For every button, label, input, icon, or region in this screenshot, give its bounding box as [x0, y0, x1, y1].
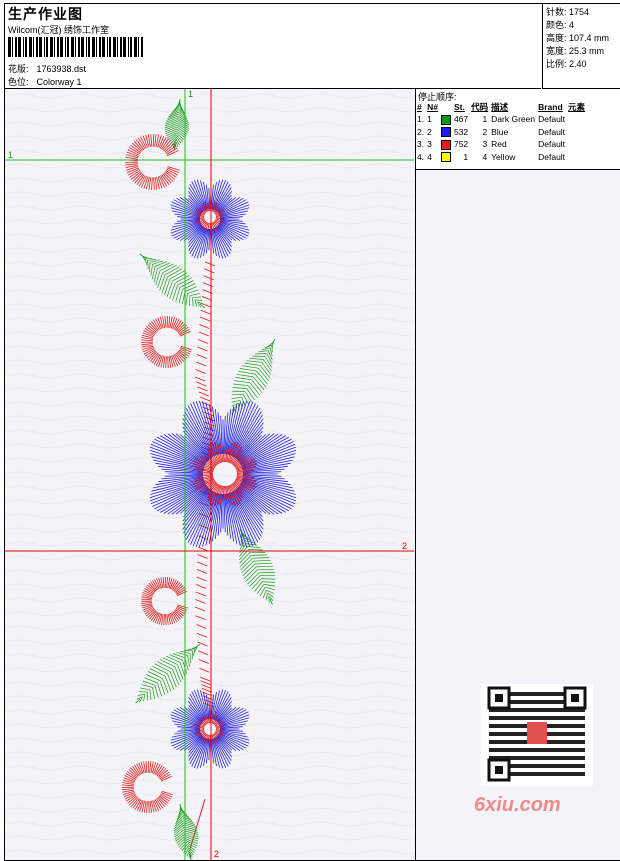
row-desc: Red: [491, 139, 507, 150]
row-code: 3: [482, 139, 488, 150]
row-desc: Dark Green: [491, 114, 536, 125]
colorway-row: 色位: Colorway 1: [8, 75, 82, 88]
design-width: 宽度: 25.3 mm: [546, 46, 605, 56]
row-n: 3: [427, 139, 432, 150]
row-index: 1.: [417, 114, 425, 125]
watermark-logo: 6xiu.com: [474, 794, 561, 816]
guide-label-v1: 1: [188, 89, 193, 99]
col-element: 元素: [568, 102, 586, 112]
row-stitches: 752: [453, 139, 469, 150]
color-count: 颜色: 4: [546, 20, 575, 30]
thread-table: # N# St. 代码 描述 Brand 元素 1. 1 467 1 Dark Gree…: [417, 101, 588, 163]
thread-row: 3. 3 752 3 Red Default: [417, 138, 588, 151]
row-desc: Blue: [491, 126, 509, 137]
row-stitches: 532: [453, 126, 469, 137]
col-swatch: [441, 101, 454, 113]
col-brand: Brand: [538, 102, 563, 112]
sheet-title: 生产作业图: [8, 6, 83, 22]
design-height: 高度: 107.4 mm: [546, 33, 610, 43]
row-swatch: [440, 138, 454, 151]
row-stitches: 1: [463, 151, 469, 162]
row-n: 4: [427, 151, 432, 162]
row-brand: Default: [538, 126, 566, 137]
row-element: [568, 126, 588, 139]
row-swatch: [440, 113, 454, 126]
row-brand: Default: [538, 114, 566, 125]
row-brand: Default: [538, 151, 566, 162]
row-index: 3.: [417, 139, 425, 150]
color-swatch: [440, 152, 451, 163]
color-swatch: [440, 127, 451, 138]
design-scale: 比例: 2.40: [546, 59, 587, 69]
row-stitches: 467: [453, 114, 469, 125]
row-code: 2: [482, 126, 488, 137]
header-info: 生产作业图 Wilcom(汇冠) 绣饰工作室 花版: 1763938.dst 色…: [5, 4, 541, 89]
pattern-row: 花版: 1763938.dst: [8, 62, 86, 75]
colorway-name: Colorway 1: [36, 77, 82, 87]
pattern-file: 1763938.dst: [36, 64, 87, 74]
color-swatch: [440, 114, 451, 125]
row-n: 2: [427, 126, 432, 137]
col-desc: 描述: [491, 102, 509, 112]
thread-row: 2. 2 532 2 Blue Default: [417, 126, 588, 139]
qr-code: [481, 684, 593, 786]
thread-row: 4. 4 1 4 Yellow Default: [417, 151, 588, 164]
embroidery-preview: 1 1 2 2: [5, 89, 414, 860]
row-element: [568, 151, 588, 164]
colorway-label: 色位:: [8, 77, 29, 87]
stitch-count: 针数: 1754: [546, 7, 590, 17]
row-code: 4: [482, 151, 488, 162]
guide-label-v2: 2: [214, 849, 219, 859]
row-element: [568, 138, 588, 151]
col-stitches: St.: [453, 102, 465, 112]
row-swatch: [440, 151, 454, 164]
row-desc: Yellow: [491, 151, 516, 162]
row-index: 2.: [417, 126, 425, 137]
guide-label-h1: 1: [8, 150, 13, 160]
studio-name: Wilcom(汇冠) 绣饰工作室: [8, 25, 109, 35]
barcode-image: [8, 37, 143, 57]
row-element: [568, 113, 588, 126]
row-code: 1: [482, 114, 488, 125]
stop-sequence-table: 停止顺序: # N# St. 代码 描述 Brand 元素 1. 1 467 1 Dar…: [416, 89, 620, 170]
color-swatch: [440, 139, 451, 150]
pattern-label: 花版:: [8, 64, 29, 74]
col-n: N#: [427, 102, 438, 112]
row-swatch: [440, 126, 454, 139]
row-index: 4.: [417, 151, 425, 162]
stats-box: 针数: 1754 颜色: 4 高度: 107.4 mm 宽度: 25.3 mm …: [542, 4, 620, 89]
row-n: 1: [427, 114, 432, 125]
design-canvas: 1 1 2 2: [5, 89, 414, 860]
col-code: 代码: [471, 102, 489, 112]
guide-label-h2: 2: [402, 541, 407, 551]
thread-row: 1. 1 467 1 Dark Green Default: [417, 113, 588, 126]
production-sheet: 生产作业图 Wilcom(汇冠) 绣饰工作室 花版: 1763938.dst 色…: [4, 3, 620, 861]
row-brand: Default: [538, 139, 566, 150]
col-index: #: [417, 102, 422, 112]
side-panel: 停止顺序: # N# St. 代码 描述 Brand 元素 1. 1 467 1 Dar…: [415, 89, 620, 860]
